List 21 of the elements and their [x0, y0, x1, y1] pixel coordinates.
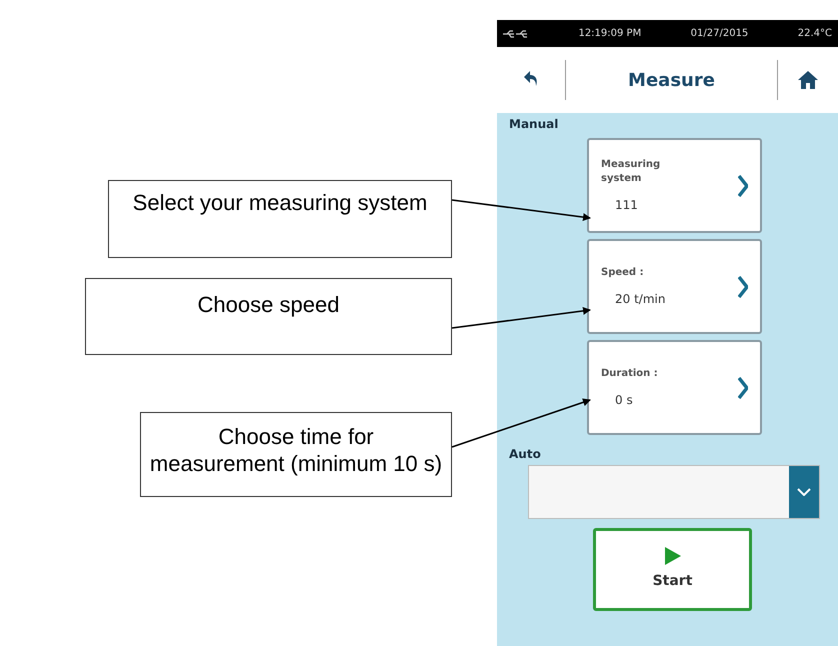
- callout-text: Choose time for measurement (minimum 10 s): [140, 412, 452, 497]
- callout-text: Select your measuring system: [108, 180, 452, 258]
- chevron-down-icon: [797, 488, 811, 496]
- screen-title: Measure: [627, 68, 716, 92]
- section-label: Auto: [508, 446, 542, 463]
- chevron-right-icon: [738, 376, 748, 398]
- play-icon: [664, 547, 680, 565]
- setting-card[interactable]: Duration : 0 s: [587, 340, 762, 435]
- section-label: Manual: [508, 116, 560, 133]
- setting-card[interactable]: Speed : 20 t/min: [587, 239, 762, 334]
- date-text: 01/27/2015: [690, 27, 748, 41]
- temperature-text: 22.4°C: [798, 27, 832, 41]
- setting-card[interactable]: Measuring system 111: [587, 138, 762, 233]
- callout-text: Choose speed: [85, 278, 452, 355]
- chevron-right-icon: [738, 174, 748, 196]
- time-text: 12:19:09 PM: [578, 27, 642, 41]
- auto-dropdown[interactable]: [528, 465, 820, 519]
- chevron-right-icon: [738, 276, 748, 298]
- start-button[interactable]: Start: [593, 528, 752, 611]
- usb-icon: [503, 30, 529, 38]
- home-icon: [798, 70, 818, 90]
